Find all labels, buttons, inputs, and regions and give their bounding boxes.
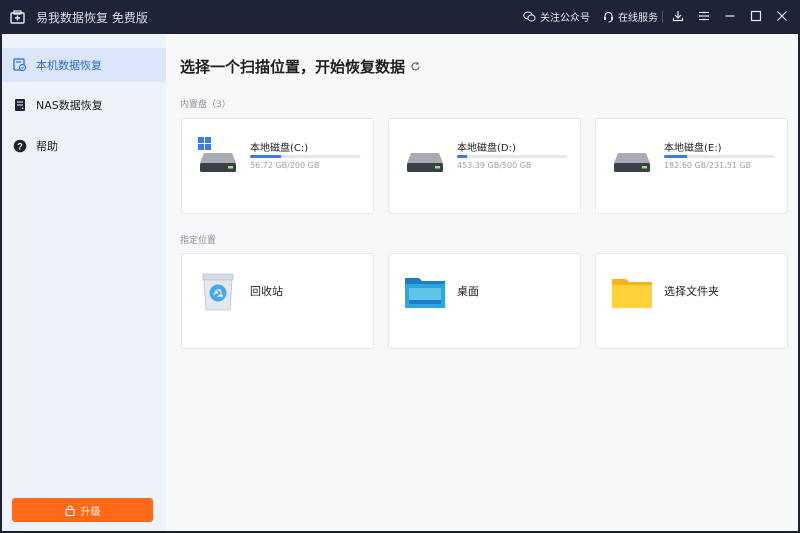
drive-usage-bar <box>664 155 774 158</box>
location-name: 桌面 <box>457 285 479 298</box>
drive-card-e[interactable]: 本地磁盘(E:) 182.60 GB/231.51 GB <box>595 118 788 214</box>
location-card-recycle-bin[interactable]: 回收站 <box>181 253 374 349</box>
wechat-icon <box>523 11 536 22</box>
recycle-bin-icon <box>202 273 234 311</box>
sidebar-item-label: 本机数据恢复 <box>36 59 102 72</box>
desktop-folder-icon <box>405 278 445 308</box>
drive-usage-bar <box>457 155 567 158</box>
app-logo-icon <box>10 10 25 24</box>
maximize-button[interactable] <box>748 8 764 24</box>
minimize-icon <box>725 15 735 17</box>
follow-wechat-label: 关注公众号 <box>540 13 590 24</box>
local-recovery-icon <box>12 57 28 73</box>
maximize-icon <box>750 10 762 22</box>
online-service-button[interactable]: 在线服务 <box>603 9 658 24</box>
drive-name: 本地磁盘(D:) <box>457 143 516 154</box>
drive-usage-bar <box>250 155 360 158</box>
sidebar-item-label: 帮助 <box>36 140 58 153</box>
window-title: 易我数据恢复 免费版 <box>36 11 148 25</box>
nas-icon <box>12 97 28 113</box>
upgrade-label: 升级 <box>80 506 101 518</box>
online-service-label: 在线服务 <box>618 13 658 24</box>
drive-usage-fill <box>664 155 688 158</box>
drive-name: 本地磁盘(E:) <box>664 143 722 154</box>
titlebar-divider <box>662 11 663 23</box>
hard-drive-icon <box>407 153 443 172</box>
sidebar: 本机数据恢复 NAS数据恢复 ? 帮助 升级 <box>2 34 166 531</box>
drive-size: 56.72 GB/200 GB <box>250 161 320 170</box>
minimize-button[interactable] <box>722 8 738 24</box>
svg-text:?: ? <box>17 141 23 151</box>
internal-drives-label: 内置盘（3） <box>180 100 231 110</box>
folder-icon <box>612 279 652 308</box>
drive-name: 本地磁盘(C:) <box>250 143 309 154</box>
sidebar-item-nas-recovery[interactable]: NAS数据恢复 <box>2 88 166 122</box>
main-panel: 选择一个扫描位置，开始恢复数据 内置盘（3） 本地磁盘(C:) 56.72 GB… <box>166 34 798 531</box>
close-button[interactable] <box>774 8 790 24</box>
page-title-text: 选择一个扫描位置，开始恢复数据 <box>180 58 406 76</box>
drive-usage-fill <box>457 155 467 158</box>
drive-size: 182.60 GB/231.51 GB <box>664 161 752 170</box>
windows-drive-icon <box>198 137 236 172</box>
drive-usage-fill <box>250 155 281 158</box>
sidebar-item-label: NAS数据恢复 <box>36 99 103 112</box>
help-icon: ? <box>12 138 28 154</box>
location-name: 选择文件夹 <box>664 285 719 298</box>
follow-wechat-button[interactable]: 关注公众号 <box>523 9 590 24</box>
page-title: 选择一个扫描位置，开始恢复数据 <box>180 56 421 77</box>
hard-drive-icon <box>614 153 650 172</box>
sidebar-item-help[interactable]: ? 帮助 <box>2 129 166 163</box>
download-button[interactable] <box>670 8 686 24</box>
drive-card-c[interactable]: 本地磁盘(C:) 56.72 GB/200 GB <box>181 118 374 214</box>
lock-icon <box>64 504 75 516</box>
close-icon <box>777 11 787 21</box>
online-service-icon <box>604 11 613 22</box>
menu-button[interactable] <box>696 8 712 24</box>
menu-icon <box>699 11 709 21</box>
location-card-select-folder[interactable]: 选择文件夹 <box>595 253 788 349</box>
sidebar-item-local-recovery[interactable]: 本机数据恢复 <box>2 48 166 82</box>
drive-card-d[interactable]: 本地磁盘(D:) 453.39 GB/500 GB <box>388 118 581 214</box>
location-name: 回收站 <box>250 285 283 298</box>
refresh-icon[interactable] <box>410 61 421 72</box>
drive-size: 453.39 GB/500 GB <box>457 161 532 170</box>
upgrade-button[interactable]: 升级 <box>12 498 153 522</box>
location-card-desktop[interactable]: 桌面 <box>388 253 581 349</box>
title-bar: 易我数据恢复 免费版 关注公众号 在线服务 <box>0 0 800 34</box>
specified-location-label: 指定位置 <box>180 236 217 246</box>
download-icon <box>672 11 684 22</box>
